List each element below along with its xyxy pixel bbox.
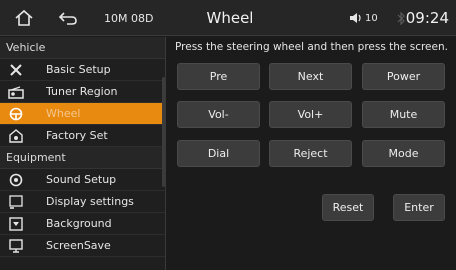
back-icon[interactable] [58, 0, 80, 36]
sidebar-item-label: Wheel [46, 107, 81, 120]
pre-button[interactable]: Pre [177, 63, 260, 90]
factory-icon [8, 128, 24, 144]
sidebar-item-factory-set[interactable]: Factory Set [0, 125, 165, 147]
sidebar-item-label: ScreenSave [46, 239, 111, 252]
sidebar: Vehicle Basic Setup Tuner Region Wheel F… [0, 37, 166, 270]
sidebar-item-sound-setup[interactable]: Sound Setup [0, 169, 165, 191]
sound-icon [8, 172, 24, 188]
mute-button[interactable]: Mute [362, 101, 445, 128]
sidebar-item-basic-setup[interactable]: Basic Setup [0, 59, 165, 81]
next-button[interactable]: Next [269, 63, 352, 90]
mode-button[interactable]: Mode [362, 140, 445, 167]
power-button[interactable]: Power [362, 63, 445, 90]
sidebar-scrollbar[interactable] [162, 77, 165, 187]
monitor-icon [8, 238, 24, 254]
page-title: Wheel [206, 9, 254, 27]
wheel-settings-panel: Press the steering wheel and then press … [167, 37, 456, 270]
sidebar-item-screensave[interactable]: ScreenSave [0, 235, 165, 257]
sidebar-item-label: Factory Set [46, 129, 108, 142]
volume-indicator[interactable]: 10 [349, 0, 378, 36]
sidebar-item-wheel[interactable]: Wheel [0, 103, 165, 125]
background-icon [8, 216, 24, 232]
enter-button[interactable]: Enter [393, 194, 445, 221]
vol-up-button[interactable]: Vol+ [269, 101, 352, 128]
display-icon [8, 194, 24, 210]
home-icon[interactable] [14, 0, 36, 36]
sidebar-item-label: Basic Setup [46, 63, 111, 76]
steering-wheel-icon [8, 106, 24, 122]
section-header-equipment: Equipment [0, 147, 165, 169]
status-bar: 10M 08D Wheel 10 09:24 [0, 0, 456, 36]
bluetooth-icon [397, 0, 405, 36]
speaker-icon [350, 13, 361, 23]
sidebar-item-label: Display settings [46, 195, 134, 208]
dial-button[interactable]: Dial [177, 140, 260, 167]
sidebar-item-label: Tuner Region [46, 85, 118, 98]
sidebar-item-label: Sound Setup [46, 173, 117, 186]
sidebar-item-background[interactable]: Background [0, 213, 165, 235]
memory-indicator: 10M 08D [104, 11, 154, 25]
radio-icon [8, 84, 24, 100]
instruction-text: Press the steering wheel and then press … [175, 41, 448, 53]
volume-value: 10 [365, 12, 378, 24]
sidebar-item-display-settings[interactable]: Display settings [0, 191, 165, 213]
tools-icon [8, 62, 24, 78]
clock: 09:24 [405, 9, 449, 27]
reset-button[interactable]: Reset [322, 194, 374, 221]
sidebar-item-label: Background [46, 217, 112, 230]
sidebar-item-tuner-region[interactable]: Tuner Region [0, 81, 165, 103]
section-header-vehicle: Vehicle [0, 37, 165, 59]
vol-down-button[interactable]: Vol- [177, 101, 260, 128]
reject-button[interactable]: Reject [269, 140, 352, 167]
